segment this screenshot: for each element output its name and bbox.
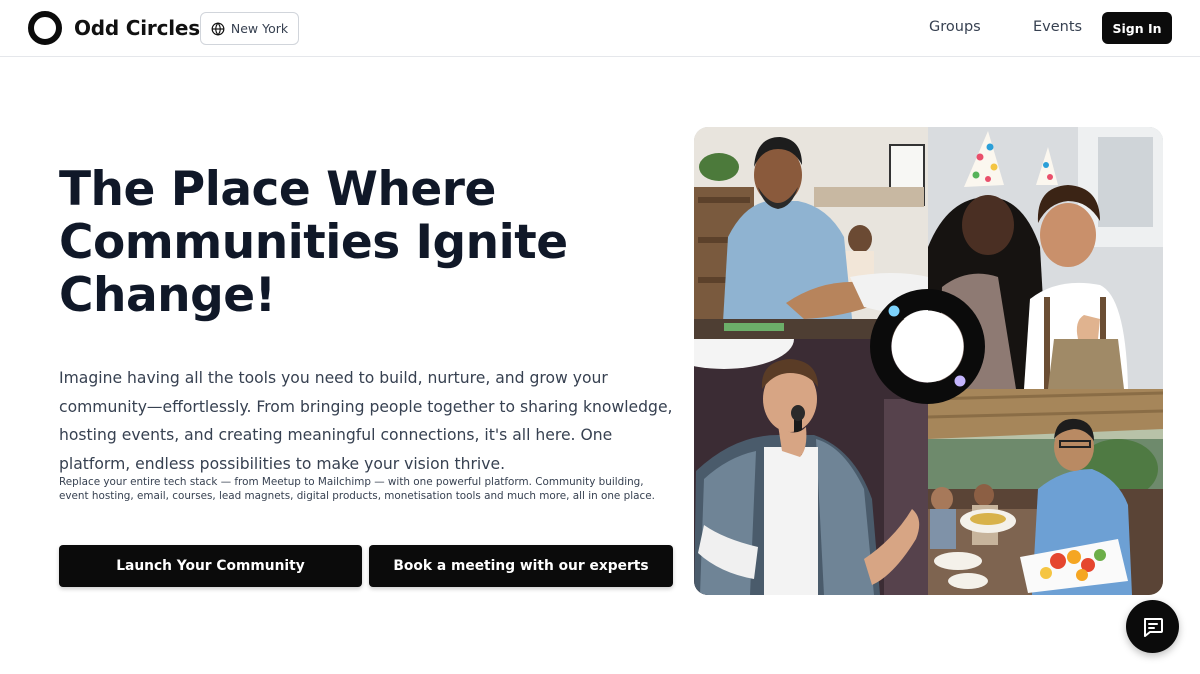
launch-community-button[interactable]: Launch Your Community <box>59 545 362 587</box>
hero-description: Imagine having all the tools you need to… <box>59 369 673 473</box>
location-label: New York <box>230 21 289 36</box>
globe-icon <box>211 21 225 36</box>
nav-groups-link[interactable]: Groups <box>929 19 981 35</box>
hero-title: The Place Where Communities Ignite Chang… <box>59 162 568 323</box>
odd-circles-ring-graphic <box>869 288 986 405</box>
odd-circles-logo-icon <box>28 11 62 45</box>
hero-small-print: Replace your entire tech stack — from Me… <box>59 476 655 502</box>
chat-support-button[interactable] <box>1126 600 1179 653</box>
brand-name: Odd Circles <box>74 16 200 40</box>
location-selector-button[interactable]: New York <box>200 12 299 45</box>
brand-link[interactable]: Odd Circles <box>28 11 200 45</box>
chat-bubble-icon <box>1143 617 1163 637</box>
outdoor-dinner-photo <box>928 389 1163 595</box>
site-header: Odd Circles New York Groups Events Sign … <box>0 0 1200 57</box>
nav-events-link[interactable]: Events <box>1033 19 1082 35</box>
sign-in-button[interactable]: Sign In <box>1102 12 1172 44</box>
book-meeting-button[interactable]: Book a meeting with our experts <box>369 545 673 587</box>
